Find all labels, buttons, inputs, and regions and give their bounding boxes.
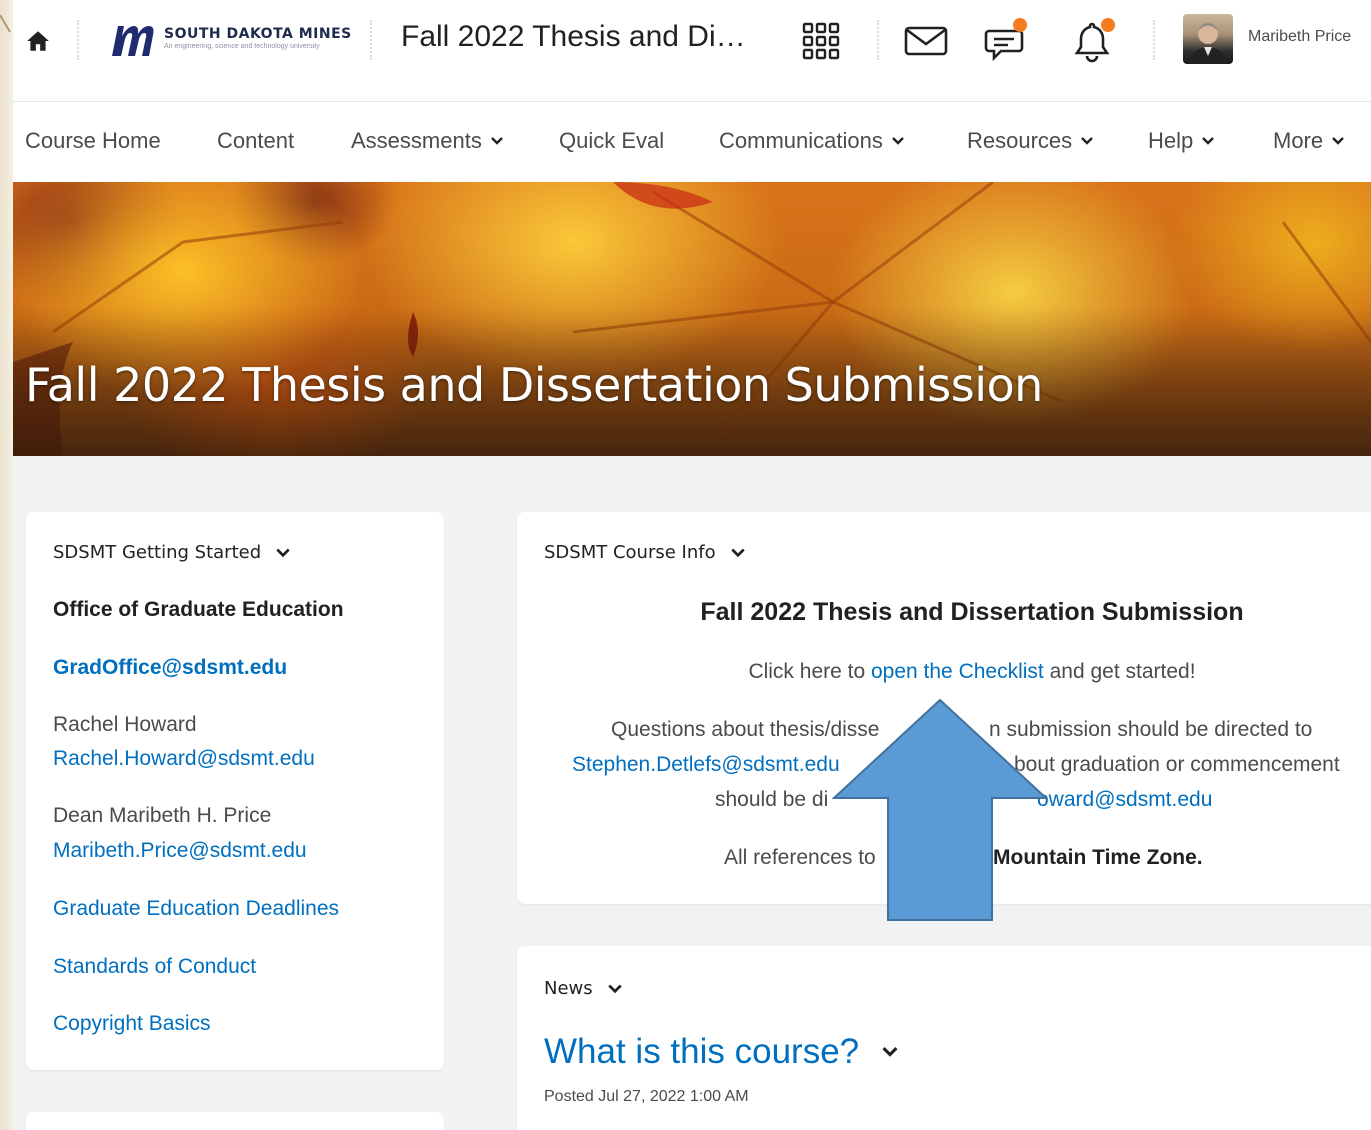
news-posted-date: Posted Jul 27, 2022 1:00 AM	[544, 1088, 749, 1105]
nav-label: Course Home	[25, 128, 161, 153]
autumn-leaves-image	[13, 182, 1371, 456]
chevron-down-icon	[1081, 137, 1094, 145]
contact-name: Dean Maribeth H. Price	[53, 804, 272, 827]
contact-name: Rachel Howard	[53, 713, 197, 736]
nav-label: Content	[217, 128, 295, 153]
school-logo[interactable]: SOUTH DAKOTA MINES An engineering, scien…	[108, 20, 351, 60]
nav-assessments[interactable]: Assessments	[351, 128, 504, 154]
widget-heading: SDSMT Getting Started	[53, 542, 262, 563]
notification-dot	[1101, 18, 1115, 32]
copyright-link[interactable]: Copyright Basics	[53, 1012, 211, 1036]
chevron-down-icon	[1202, 137, 1215, 145]
course-navbar: Course Home Content Assessments Quick Ev…	[13, 102, 1371, 182]
widget-heading: News	[544, 978, 593, 999]
nav-label: Resources	[967, 128, 1073, 153]
header-separator	[370, 20, 372, 60]
nav-label: Assessments	[351, 128, 482, 153]
chevron-down-icon[interactable]	[730, 545, 746, 561]
checklist-line: Click here to open the Checklist and get…	[517, 660, 1371, 684]
news-widget: News What is this course? Posted Jul 27,…	[517, 946, 1371, 1130]
header-separator	[877, 20, 879, 60]
user-photo	[1189, 23, 1227, 64]
checklist-prefix: Click here to	[748, 660, 871, 683]
nav-help[interactable]: Help	[1148, 128, 1215, 154]
course-title[interactable]: Fall 2022 Thesis and Di…	[401, 20, 746, 54]
detlefs-email-link[interactable]: Stephen.Detlefs@sdsmt.edu	[572, 753, 840, 777]
frame-decoration	[0, 14, 11, 33]
graduation-line-end: bout graduation or commencement	[1014, 753, 1340, 776]
nav-label: Communications	[719, 128, 883, 153]
howard-email-link[interactable]: oward@sdsmt.edu	[1037, 788, 1212, 812]
news-header[interactable]: News	[544, 978, 623, 999]
course-selector-button[interactable]	[798, 18, 844, 64]
notification-dot	[1013, 18, 1027, 32]
lms-window: SOUTH DAKOTA MINES An engineering, scien…	[13, 0, 1371, 1130]
course-banner: Fall 2022 Thesis and Dissertation Submis…	[13, 182, 1371, 456]
directed-line-start: should be di	[715, 788, 829, 811]
slide-frame	[0, 0, 13, 1130]
nav-label: Help	[1148, 128, 1194, 153]
notifications-button[interactable]	[1069, 18, 1115, 64]
nav-more[interactable]: More	[1273, 128, 1345, 154]
nav-label: More	[1273, 128, 1324, 153]
getting-started-header[interactable]: SDSMT Getting Started	[53, 542, 291, 563]
mail-icon	[904, 26, 948, 56]
chevron-down-icon[interactable]	[607, 981, 623, 997]
logo-name: SOUTH DAKOTA MINES	[164, 26, 352, 42]
header-separator	[77, 20, 79, 60]
header-separator	[1153, 20, 1155, 60]
logo-tagline: An engineering, science and technology u…	[164, 43, 320, 50]
news-title-text[interactable]: What is this course?	[544, 1032, 859, 1072]
checklist-suffix: and get started!	[1043, 660, 1196, 683]
home-icon[interactable]	[25, 28, 51, 54]
nav-label: Quick Eval	[559, 128, 665, 153]
chevron-down-icon	[1332, 137, 1344, 145]
contact-email-link[interactable]: Rachel.Howard@sdsmt.edu	[53, 747, 315, 771]
open-checklist-link[interactable]: open the Checklist	[871, 660, 1044, 683]
widget-heading: SDSMT Course Info	[544, 542, 716, 563]
chevron-down-icon	[490, 137, 503, 145]
nav-resources[interactable]: Resources	[967, 128, 1094, 154]
getting-started-widget: SDSMT Getting Started Office of Graduate…	[26, 512, 444, 1070]
office-email-link[interactable]: GradOffice@sdsmt.edu	[53, 656, 287, 680]
nav-quick-eval[interactable]: Quick Eval	[559, 128, 664, 154]
banner-title: Fall 2022 Thesis and Dissertation Submis…	[25, 358, 1043, 412]
avatar[interactable]	[1183, 14, 1233, 64]
waffle-grid-icon	[802, 22, 840, 60]
chevron-down-icon[interactable]	[881, 1043, 899, 1061]
user-name[interactable]: Maribeth Price	[1248, 28, 1351, 46]
course-info-title: Fall 2022 Thesis and Dissertation Submis…	[700, 598, 1244, 626]
office-name: Office of Graduate Education	[53, 598, 344, 621]
chat-button[interactable]	[983, 18, 1029, 64]
left-widget-2	[26, 1112, 444, 1130]
news-item-title[interactable]: What is this course?	[544, 1032, 899, 1072]
up-arrow-annotation-icon	[832, 698, 1049, 921]
course-info-header[interactable]: SDSMT Course Info	[544, 542, 746, 563]
nav-course-home[interactable]: Course Home	[25, 128, 161, 154]
deadlines-link[interactable]: Graduate Education Deadlines	[53, 897, 339, 921]
mail-button[interactable]	[903, 18, 949, 64]
standards-link[interactable]: Standards of Conduct	[53, 955, 256, 979]
chevron-down-icon	[891, 137, 904, 145]
nav-content[interactable]: Content	[217, 128, 294, 154]
contact-email-link[interactable]: Maribeth.Price@sdsmt.edu	[53, 839, 307, 863]
top-header: SOUTH DAKOTA MINES An engineering, scien…	[13, 0, 1371, 102]
nav-communications[interactable]: Communications	[719, 128, 905, 154]
mines-m-logo-icon	[112, 26, 154, 56]
chevron-down-icon[interactable]	[275, 545, 291, 561]
